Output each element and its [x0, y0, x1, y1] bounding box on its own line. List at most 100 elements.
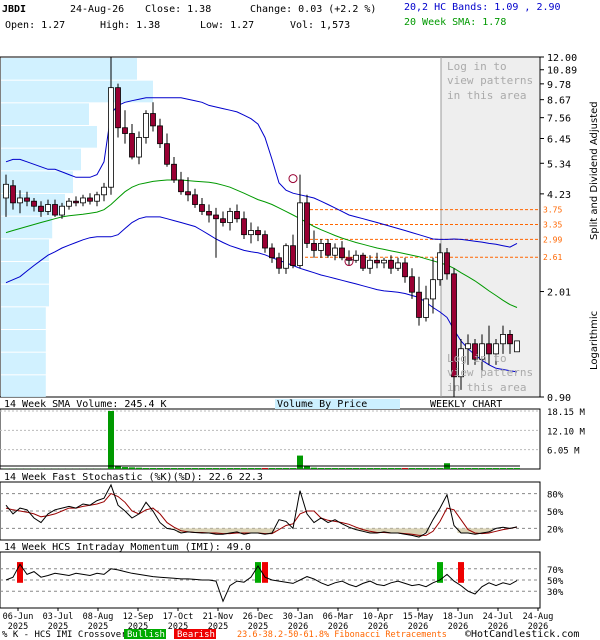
stoch-tick-label: 50% [547, 508, 564, 518]
volume-bar [346, 468, 352, 469]
sma-text: 20 Week SMA: 1.78 [404, 17, 506, 28]
volume-bar [332, 468, 338, 469]
stock-chart: JBDI 24-Aug-26 Close: 1.38 Change: 0.03 … [0, 2, 600, 640]
candle-body [409, 276, 415, 293]
candle-body [45, 204, 51, 212]
vbp-bar [1, 284, 49, 307]
volume-bar [206, 468, 212, 469]
imi-panel: 14 Week HCS Intraday Momentum (IMI): 49.… [0, 542, 564, 609]
volume-bar [164, 468, 170, 469]
volume-bar [248, 468, 254, 469]
volume-bar [122, 467, 128, 469]
volume-bar [514, 468, 520, 469]
vbp-bar [1, 216, 53, 239]
candle-body [164, 143, 170, 165]
x-tick-label: 17-Oct [163, 612, 194, 622]
candle-body [234, 211, 240, 220]
candle-body [80, 197, 86, 204]
candle-body [108, 87, 114, 188]
volume-bar [325, 468, 331, 469]
volume-bar [283, 468, 289, 469]
hc-bands-text: 20,2 HC Bands: 1.09 , 2.90 [404, 2, 561, 13]
candle-body [332, 247, 338, 256]
x-tick-label: 26-Dec [243, 612, 274, 622]
candle-body [3, 183, 9, 199]
pattern-login-text: Log in to [447, 352, 507, 365]
close-text: Close: 1.38 [145, 4, 211, 15]
vbp-title: Volume By Price [277, 399, 367, 410]
volume-bar [178, 468, 184, 469]
x-tick-label: 08-Aug [83, 612, 114, 622]
candle-body [178, 179, 184, 193]
volume-bar [255, 468, 261, 469]
fib-label: 3.75 [543, 206, 562, 215]
date-text: 24-Aug-26 [70, 4, 124, 15]
stoch-tick-label: 80% [547, 491, 564, 501]
candle-body [374, 259, 380, 264]
fib-label: 2.61 [543, 253, 562, 262]
candle-body [290, 245, 296, 266]
x-tick-label: 12-Sep [123, 612, 154, 622]
y-tick-label: 12.00 [547, 53, 577, 64]
x-tick-label: 24-Jul [483, 612, 514, 622]
candle-body [129, 133, 135, 158]
volume-bar [262, 468, 268, 469]
volume-bar [269, 468, 275, 469]
candle-body [395, 262, 401, 269]
candle-body [283, 245, 289, 269]
vbp-bar [1, 103, 89, 125]
volume-bar [227, 468, 233, 469]
volume-bar [360, 468, 366, 469]
candle-body [465, 343, 471, 350]
candle-body [38, 205, 44, 212]
volume-bar [367, 468, 373, 469]
volume-bar [115, 466, 121, 469]
fib-label: 3.35 [543, 220, 562, 229]
x-tick-label: 24-Aug [523, 612, 554, 622]
candle-body [122, 127, 128, 134]
vbp-bar [1, 352, 46, 375]
x-tick-label: 06-Mar [323, 612, 354, 622]
logarithmic-label: Logarithmic [589, 311, 600, 370]
candle-body [255, 230, 261, 236]
volume-bar [437, 468, 443, 469]
fib-label: 2.99 [543, 235, 562, 244]
y-tick-label: 6.45 [547, 134, 571, 145]
volume-bar [465, 468, 471, 469]
candle-body [311, 243, 317, 251]
candle-body [206, 211, 212, 216]
candle-body [416, 291, 422, 318]
candle-body [143, 113, 149, 138]
candle-body [367, 259, 373, 269]
price-panel: 12.00 10.89 9.78 8.67 7.56 6.45 5.34 4.23 2.01 0.… [0, 53, 600, 404]
candle-body [10, 185, 16, 204]
volume-title: 14 Week SMA Volume: 245.4 K [4, 399, 167, 410]
high-text: High: 1.38 [100, 20, 160, 31]
y-tick-label: 9.78 [547, 80, 571, 91]
volume-bar [430, 468, 436, 469]
imi-tick-label: 70% [547, 566, 564, 576]
vbp-bar [1, 80, 153, 103]
pattern-login-text: view patterns [447, 74, 533, 87]
candle-body [24, 197, 30, 202]
volume-bar [374, 468, 380, 469]
y-tick-label: 4.23 [547, 190, 571, 201]
bullish-label: Bullish [127, 630, 165, 640]
volume-bar [395, 468, 401, 469]
candle-body [17, 197, 23, 204]
candle-body [94, 194, 100, 202]
candle-body [59, 205, 65, 216]
y-tick-label: 7.56 [547, 114, 571, 125]
x-tick-label: 03-Jul [43, 612, 74, 622]
candle-body [115, 87, 121, 129]
volume-bar [220, 468, 226, 469]
vbp-bar [1, 126, 97, 148]
split-adjusted-label: Split and Dividend Adjusted [589, 101, 600, 240]
volume-bar [388, 468, 394, 469]
volume-bar [241, 468, 247, 469]
candle-body [402, 262, 408, 278]
volume-bar [136, 467, 142, 469]
candle-body [500, 333, 506, 345]
candle-body [437, 252, 443, 281]
low-text: Low: 1.27 [200, 20, 254, 31]
